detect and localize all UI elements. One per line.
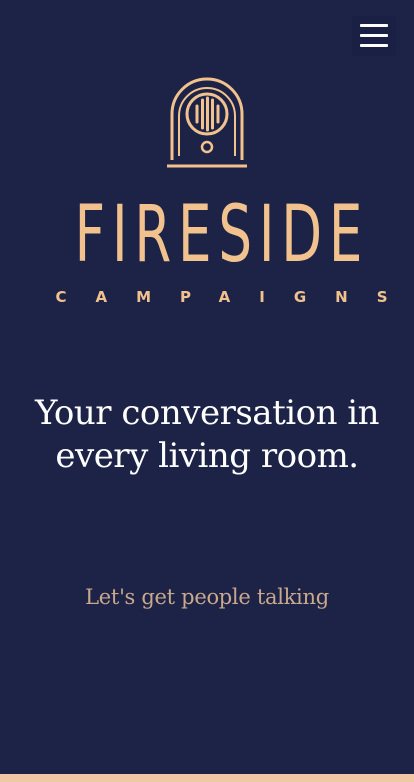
brand-name: FIRESIDE [74, 190, 370, 280]
hamburger-menu-icon-bar [360, 34, 388, 37]
hamburger-menu-icon-bar [360, 44, 388, 47]
page: FIRESIDE CAMPAIGNS Your conversation in … [0, 0, 414, 782]
hamburger-menu-icon [360, 24, 388, 27]
hero-tagline: Let's get people talking [85, 585, 329, 609]
vintage-radio-icon [167, 77, 247, 168]
menu-button[interactable] [352, 16, 396, 56]
brand-wordmark: FIRESIDE [0, 186, 414, 280]
brand-subtitle: CAMPAIGNS [55, 288, 414, 306]
hero-headline: Your conversation in every living room. [34, 393, 380, 476]
bottom-strip [0, 774, 414, 782]
